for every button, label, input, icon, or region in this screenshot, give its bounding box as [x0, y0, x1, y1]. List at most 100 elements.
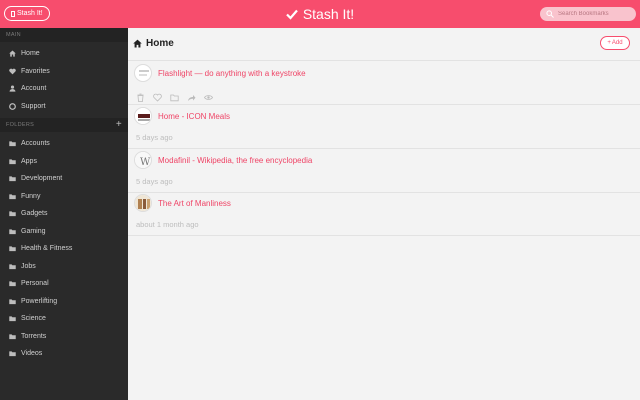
sidebar-item-favorites[interactable]: Favorites: [0, 63, 128, 81]
sidebar-item-home[interactable]: Home: [0, 45, 128, 63]
heart-icon[interactable]: [153, 89, 162, 102]
share-icon[interactable]: [187, 89, 196, 101]
site-thumbnail: [134, 194, 152, 212]
sidebar-item-label: Account: [21, 85, 47, 93]
main-heading-label: MAIN: [6, 32, 21, 38]
sidebar-folder-powerlifting[interactable]: Powerlifting: [0, 293, 128, 311]
sidebar-item-support[interactable]: Support: [0, 98, 128, 116]
sidebar-folder-health-fitness[interactable]: Health & Fitness: [0, 240, 128, 258]
sidebar-item-label: Apps: [21, 157, 37, 165]
folder-icon: [9, 316, 16, 322]
folder-icon: [9, 299, 16, 304]
sidebar-item-label: Gaming: [21, 227, 46, 235]
sidebar-folder-personal[interactable]: Personal: [0, 275, 128, 293]
folder-icon: [9, 194, 16, 199]
bookmark-title[interactable]: The Art of Manliness: [158, 199, 231, 208]
bookmark-time: 5 days ago: [136, 177, 173, 186]
folder-icon: [9, 264, 16, 269]
add-folder-button[interactable]: +: [116, 120, 122, 130]
sidebar-item-label: Jobs: [21, 262, 36, 270]
home-icon: [9, 50, 16, 57]
folder-icon[interactable]: [170, 89, 179, 102]
lifebuoy-icon: [9, 102, 16, 110]
bookmark-title[interactable]: Home - ICON Meals: [158, 112, 230, 121]
folder-icon: [9, 141, 16, 147]
sidebar-folder-funny[interactable]: Funny: [0, 188, 128, 206]
sidebar-folder-gaming[interactable]: Gaming: [0, 223, 128, 241]
folders-heading-label: FOLDERS: [6, 122, 35, 128]
sidebar-folder-apps[interactable]: Apps: [0, 153, 128, 171]
stash-it-button-label: Stash It!: [17, 10, 43, 17]
bookmark-icon: [11, 10, 15, 17]
sidebar-item-label: Personal: [21, 280, 49, 288]
sidebar-item-label: Gadgets: [21, 210, 48, 218]
search-input[interactable]: [558, 11, 632, 17]
sidebar-folder-accounts[interactable]: Accounts: [0, 135, 128, 153]
site-thumbnail: W: [134, 151, 152, 169]
sidebar-folder-gadgets[interactable]: Gadgets: [0, 205, 128, 223]
divider: [128, 148, 640, 149]
stash-it-button[interactable]: Stash It!: [4, 6, 50, 21]
heart-icon: [9, 68, 16, 75]
sidebar-folder-science[interactable]: Science: [0, 310, 128, 328]
top-bar: Stash It! Stash It!: [0, 0, 640, 28]
main-content: Home + Add Flashlight — do anything with…: [128, 28, 640, 400]
bookmark-item[interactable]: W Modafinil - Wikipedia, the free encycl…: [128, 151, 640, 193]
sidebar-folder-torrents[interactable]: Torrents: [0, 328, 128, 346]
sidebar-item-label: Funny: [21, 192, 41, 200]
folder-icon: [9, 159, 16, 164]
divider: [128, 192, 640, 193]
sidebar-item-label: Torrents: [21, 332, 47, 340]
bookmark-title[interactable]: Flashlight — do anything with a keystrok…: [158, 69, 306, 78]
main-section-heading: MAIN: [0, 28, 128, 42]
page-title: Home: [133, 38, 174, 49]
folder-icon: [9, 176, 16, 182]
sidebar-item-label: Videos: [21, 350, 43, 358]
bookmark-item[interactable]: The Art of Manliness about 1 month ago: [128, 194, 640, 236]
divider: [128, 60, 640, 61]
add-bookmark-button[interactable]: + Add: [600, 36, 630, 50]
divider: [128, 235, 640, 236]
eye-icon[interactable]: [204, 89, 213, 100]
folder-icon: [9, 246, 16, 252]
sidebar: MAIN Home Favorites Account Support FOLD…: [0, 28, 128, 400]
trash-icon[interactable]: [136, 89, 145, 102]
folders-section-heading: FOLDERS +: [0, 118, 128, 132]
search-icon: [546, 10, 554, 18]
sidebar-folder-jobs[interactable]: Jobs: [0, 258, 128, 276]
bookmark-title[interactable]: Modafinil - Wikipedia, the free encyclop…: [158, 156, 312, 165]
user-icon: [9, 85, 16, 92]
bookmark-time: 5 days ago: [136, 133, 173, 142]
sidebar-item-label: Development: [21, 175, 63, 183]
sidebar-item-label: Favorites: [21, 67, 50, 75]
folder-icon: [9, 229, 16, 234]
folder-list: Accounts Apps Development Funny Gadgets Gamin…: [0, 135, 128, 363]
bookmark-actions: [136, 89, 213, 102]
svg-text:W: W: [140, 157, 151, 168]
search-box[interactable]: [540, 7, 636, 21]
folder-icon: [9, 281, 16, 287]
sidebar-item-label: Science: [21, 315, 46, 323]
site-thumbnail: [134, 107, 152, 125]
checkmark-icon: [286, 9, 298, 20]
bookmark-item[interactable]: Home - ICON Meals 5 days ago: [128, 107, 640, 149]
folder-icon: [9, 351, 16, 357]
folder-icon: [9, 211, 16, 217]
site-thumbnail: [134, 64, 152, 82]
brand-title: Stash It!: [302, 6, 355, 22]
sidebar-folder-videos[interactable]: Videos: [0, 345, 128, 363]
sidebar-item-account[interactable]: Account: [0, 80, 128, 98]
sidebar-item-label: Home: [21, 50, 40, 58]
sidebar-item-label: Accounts: [21, 140, 50, 148]
sidebar-item-label: Health & Fitness: [21, 245, 73, 253]
plus-icon: +: [607, 40, 611, 46]
folder-icon: [9, 334, 16, 339]
sidebar-item-label: Support: [21, 102, 46, 110]
sidebar-item-label: Powerlifting: [21, 297, 58, 305]
sidebar-folder-development[interactable]: Development: [0, 170, 128, 188]
bookmark-time: about 1 month ago: [136, 220, 199, 229]
add-button-label: Add: [611, 40, 623, 46]
divider: [128, 104, 640, 105]
home-icon: [133, 39, 142, 48]
page-title-text: Home: [146, 38, 174, 49]
